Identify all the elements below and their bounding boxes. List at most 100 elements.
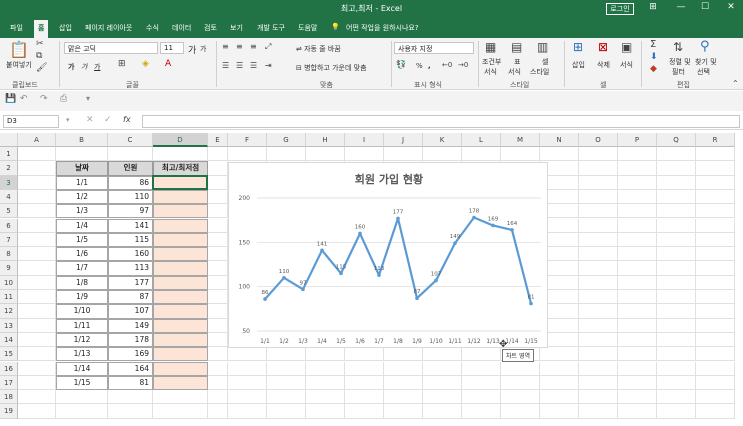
- cell[interactable]: [657, 318, 696, 333]
- cell[interactable]: [18, 304, 56, 319]
- tell-me-search[interactable]: 어떤 작업을 원하시나요?: [346, 23, 419, 33]
- row-header-15[interactable]: 15: [0, 347, 18, 362]
- name-box-dropdown-icon[interactable]: ▾: [66, 117, 70, 124]
- max-min-cell[interactable]: [153, 204, 208, 219]
- row-header-3[interactable]: 3: [0, 175, 18, 190]
- cell[interactable]: [540, 404, 579, 419]
- cell[interactable]: [696, 318, 735, 333]
- cell[interactable]: [657, 147, 696, 162]
- cell[interactable]: [384, 347, 423, 362]
- max-min-cell[interactable]: [153, 290, 208, 305]
- fill-icon[interactable]: ⬇: [650, 53, 658, 62]
- cell[interactable]: [208, 247, 228, 262]
- cell[interactable]: [579, 304, 618, 319]
- column-header-g[interactable]: G: [267, 133, 306, 147]
- cell[interactable]: [579, 175, 618, 190]
- cell[interactable]: [208, 304, 228, 319]
- cell[interactable]: [208, 161, 228, 176]
- cell[interactable]: [579, 261, 618, 276]
- tab-file[interactable]: 파일: [10, 23, 23, 33]
- max-min-cell[interactable]: [153, 189, 208, 205]
- max-min-cell[interactable]: [153, 375, 208, 391]
- indent-icon[interactable]: ⇥: [265, 62, 272, 70]
- line-chart[interactable]: 회원 가입 현황 50 100 150 200 1/1 1/2 1/3 1/4 1/5 1/6 1/…: [229, 163, 549, 349]
- cell[interactable]: [618, 261, 657, 276]
- cell[interactable]: [618, 218, 657, 233]
- cell[interactable]: [208, 218, 228, 233]
- comma-button[interactable]: ,: [428, 62, 431, 70]
- cell[interactable]: [423, 147, 462, 162]
- cell[interactable]: [540, 375, 579, 391]
- cell[interactable]: [579, 361, 618, 376]
- cell[interactable]: [345, 361, 384, 376]
- cell[interactable]: [18, 361, 56, 376]
- date-cell[interactable]: 1/13: [56, 347, 108, 362]
- cell[interactable]: [657, 218, 696, 233]
- count-cell[interactable]: 86: [108, 175, 153, 190]
- date-cell[interactable]: 1/6: [56, 247, 108, 262]
- orientation-icon[interactable]: ⤢: [265, 43, 271, 51]
- table-header-cell[interactable]: 인원: [108, 161, 153, 176]
- cell[interactable]: [579, 275, 618, 290]
- cell[interactable]: [384, 404, 423, 419]
- cell[interactable]: [423, 347, 462, 362]
- column-header-f[interactable]: F: [228, 133, 267, 147]
- copy-icon[interactable]: ⧉: [36, 52, 42, 61]
- cell[interactable]: [657, 375, 696, 391]
- cell[interactable]: [579, 318, 618, 333]
- cut-icon[interactable]: ✂: [36, 40, 44, 49]
- insert-cells-icon[interactable]: ⊞: [573, 41, 583, 53]
- cell[interactable]: [696, 175, 735, 190]
- column-header-i[interactable]: I: [345, 133, 384, 147]
- date-cell[interactable]: 1/2: [56, 189, 108, 205]
- cell[interactable]: [618, 161, 657, 176]
- customize-qat-icon[interactable]: ▾: [86, 95, 90, 103]
- cell[interactable]: [228, 361, 267, 376]
- cell[interactable]: [618, 175, 657, 190]
- cell[interactable]: [696, 161, 735, 176]
- cell[interactable]: [267, 404, 306, 419]
- cell[interactable]: [345, 347, 384, 362]
- date-cell[interactable]: 1/14: [56, 361, 108, 376]
- cell[interactable]: [696, 404, 735, 419]
- tab-home[interactable]: 홈: [34, 20, 49, 38]
- align-left-icon[interactable]: ☰: [222, 62, 229, 70]
- cell[interactable]: [208, 275, 228, 290]
- count-cell[interactable]: 160: [108, 247, 153, 262]
- cancel-icon[interactable]: ✕: [86, 116, 94, 125]
- cell[interactable]: [153, 404, 208, 419]
- column-header-k[interactable]: K: [423, 133, 462, 147]
- cell[interactable]: [18, 375, 56, 391]
- name-box[interactable]: D3: [3, 115, 59, 128]
- table-header-cell[interactable]: 최고/최저점: [153, 161, 208, 176]
- count-cell[interactable]: 149: [108, 318, 153, 333]
- cell[interactable]: [306, 361, 345, 376]
- cell[interactable]: [18, 161, 56, 176]
- row-header-4[interactable]: 4: [0, 189, 18, 205]
- cell[interactable]: [462, 390, 501, 405]
- merge-center-button[interactable]: ⊟ 병합하고 가운데 맞춤: [296, 63, 367, 73]
- count-cell[interactable]: 110: [108, 189, 153, 205]
- print-icon[interactable]: ⎙: [60, 95, 67, 104]
- row-header-18[interactable]: 18: [0, 390, 18, 405]
- formula-input[interactable]: [142, 115, 740, 128]
- select-all-corner[interactable]: [0, 133, 18, 147]
- cell[interactable]: [696, 147, 735, 162]
- paste-icon[interactable]: 📋: [9, 42, 29, 58]
- max-min-cell[interactable]: [153, 275, 208, 290]
- row-header-11[interactable]: 11: [0, 290, 18, 305]
- row-header-12[interactable]: 12: [0, 304, 18, 319]
- cell[interactable]: [657, 261, 696, 276]
- row-header-5[interactable]: 5: [0, 204, 18, 219]
- find-select-label1[interactable]: 찾기 및: [695, 57, 717, 67]
- cell[interactable]: [657, 161, 696, 176]
- cell[interactable]: [579, 332, 618, 348]
- clear-icon[interactable]: ◆: [650, 65, 657, 74]
- cell[interactable]: [306, 404, 345, 419]
- column-header-e[interactable]: E: [208, 133, 228, 147]
- cell[interactable]: [18, 147, 56, 162]
- cell[interactable]: [384, 375, 423, 391]
- date-cell[interactable]: 1/1: [56, 175, 108, 190]
- restore-button[interactable]: ☐: [698, 2, 712, 12]
- decrease-decimal-icon[interactable]: →0: [458, 62, 468, 69]
